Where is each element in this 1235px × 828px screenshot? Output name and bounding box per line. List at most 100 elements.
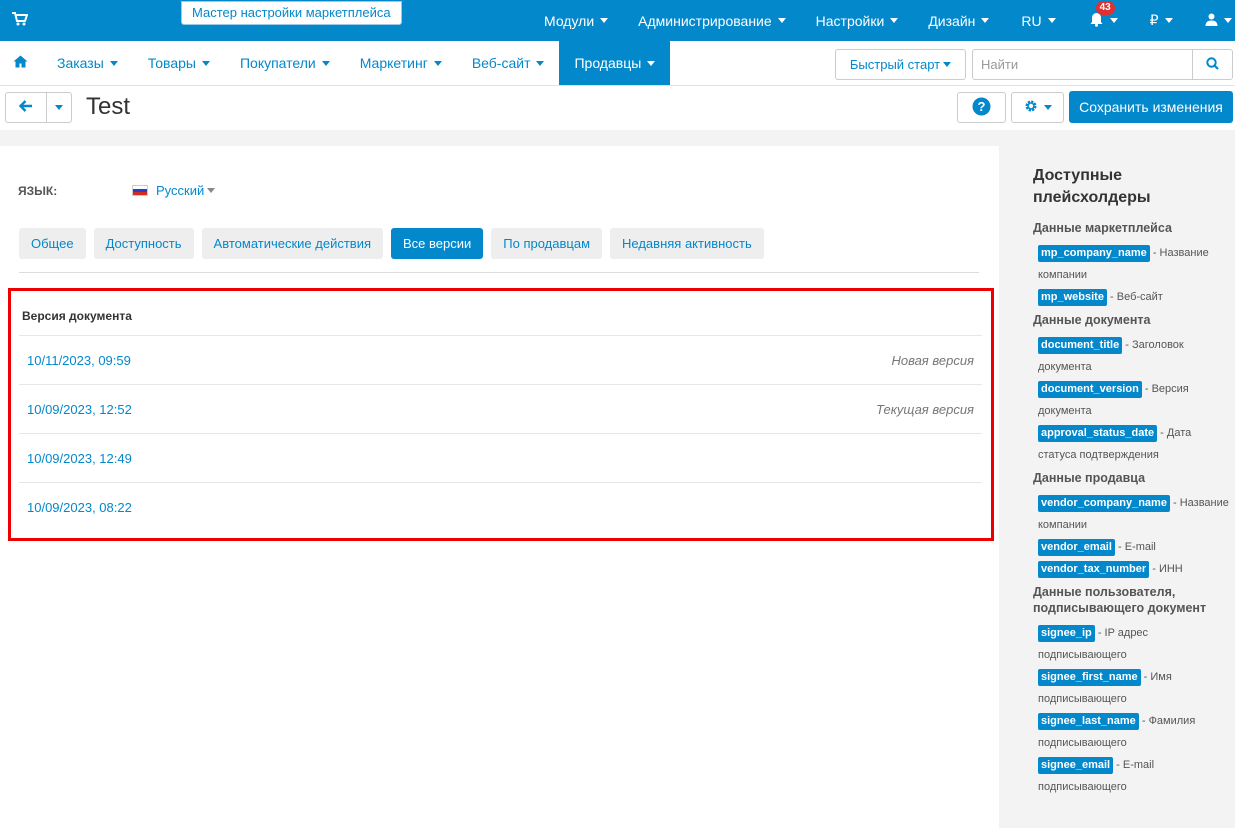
chevron-down-icon: [433, 60, 442, 66]
tab-general[interactable]: Общее: [19, 228, 86, 259]
chevron-down-icon: [1047, 18, 1056, 23]
save-changes-button[interactable]: Сохранить изменения: [1069, 91, 1233, 123]
chevron-down-icon: [647, 60, 656, 66]
menu-administration[interactable]: Администрирование: [623, 13, 801, 29]
tab-by-vendors[interactable]: По продавцам: [491, 228, 603, 259]
nav-orders[interactable]: Заказы: [42, 41, 133, 85]
chevron-down-icon: [1223, 18, 1232, 23]
version-status: Новая версия: [891, 353, 974, 368]
placeholder-item: vendor_company_name - Название компании: [1033, 492, 1229, 536]
divider: [19, 272, 979, 273]
versions-table: Версия документа 10/11/2023, 09:59 Новая…: [8, 288, 994, 541]
tab-automatic-actions[interactable]: Автоматические действия: [201, 228, 384, 259]
column-header-document-version: Версия документа: [22, 309, 132, 323]
currency-menu[interactable]: ₽: [1134, 12, 1189, 29]
language-value: Русский: [156, 183, 205, 198]
placeholder-item: signee_first_name - Имя подписывающего: [1033, 666, 1229, 710]
gear-icon: [1024, 99, 1038, 116]
placeholder-code: signee_first_name: [1038, 669, 1141, 686]
back-dropdown-button[interactable]: [47, 93, 71, 122]
language-menu[interactable]: RU: [1004, 13, 1072, 29]
version-link[interactable]: 10/11/2023, 09:59: [27, 353, 131, 368]
nav-vendors-label: Продавцы: [574, 55, 642, 71]
placeholder-code: mp_company_name: [1038, 245, 1150, 262]
nav-website-label: Веб-сайт: [471, 55, 531, 71]
back-button[interactable]: [6, 93, 47, 122]
chevron-down-icon: [1043, 105, 1052, 110]
placeholder-desc: - E-mail: [1117, 541, 1156, 553]
main-content: ЯЗЫК: Русский Общее Доступность Автомати…: [0, 146, 999, 828]
main-nav: Заказы Товары Покупатели Маркетинг Веб-с…: [0, 41, 1235, 86]
chevron-down-icon: [201, 60, 210, 66]
chevron-down-icon: [943, 62, 952, 67]
nav-marketing[interactable]: Маркетинг: [345, 41, 457, 85]
placeholder-item: document_title - Заголовок документа: [1033, 334, 1229, 378]
version-status: Текущая версия: [875, 402, 974, 417]
nav-products[interactable]: Товары: [133, 41, 225, 85]
placeholder-code: approval_status_date: [1038, 425, 1158, 442]
chevron-down-icon: [1164, 18, 1173, 23]
placeholder-item: signee_ip - IP адрес подписывающего: [1033, 622, 1229, 666]
placeholder-item: signee_email - E-mail подписывающего: [1033, 754, 1229, 798]
user-menu[interactable]: [1189, 13, 1235, 29]
placeholder-item: approval_status_date - Дата статуса подт…: [1033, 422, 1229, 466]
cart-icon[interactable]: [12, 12, 30, 28]
chevron-down-icon: [981, 18, 990, 23]
menu-design-label: Дизайн: [928, 12, 976, 29]
marketplace-wizard-button[interactable]: Мастер настройки маркетплейса: [181, 1, 402, 25]
chevron-down-icon: [109, 60, 118, 66]
currency-label: ₽: [1149, 12, 1159, 28]
chevron-down-icon: [55, 105, 63, 110]
back-button-group: [5, 92, 72, 123]
table-row: 10/09/2023, 12:52 Текущая версия: [19, 384, 982, 433]
notifications-button[interactable]: 43: [1073, 0, 1134, 30]
placeholder-item: mp_company_name - Название компании: [1033, 242, 1229, 286]
search-button[interactable]: [1192, 50, 1232, 79]
version-link[interactable]: 10/09/2023, 12:49: [27, 451, 132, 466]
placeholder-code: vendor_email: [1038, 539, 1115, 556]
chevron-down-icon: [536, 60, 545, 66]
quick-start-button[interactable]: Быстрый старт: [835, 49, 966, 80]
placeholder-item: document_version - Версия документа: [1033, 378, 1229, 422]
menu-administration-label: Администрирование: [638, 12, 772, 29]
tab-all-versions[interactable]: Все версии: [391, 228, 484, 259]
search-input[interactable]: [973, 50, 1192, 79]
help-icon: ?: [972, 97, 991, 119]
notifications-badge: 43: [1095, 0, 1115, 15]
nav-vendors[interactable]: Продавцы: [559, 41, 671, 85]
menu-design[interactable]: Дизайн: [913, 13, 1004, 29]
menu-modules-label: Модули: [544, 12, 595, 29]
tabs: Общее Доступность Автоматические действи…: [19, 228, 772, 259]
placeholder-group-title: Данные продавца: [1033, 471, 1146, 485]
chevron-down-icon: [777, 18, 786, 23]
version-link[interactable]: 10/09/2023, 08:22: [27, 500, 132, 515]
menu-settings[interactable]: Настройки: [801, 13, 914, 29]
menu-modules[interactable]: Модули: [529, 13, 623, 29]
placeholder-code: document_version: [1038, 381, 1142, 398]
nav-website[interactable]: Веб-сайт: [457, 41, 560, 85]
user-icon: [1205, 13, 1218, 29]
placeholder-code: signee_ip: [1038, 625, 1095, 642]
nav-customers-label: Покупатели: [239, 55, 316, 71]
placeholders-sidebar: Доступные плейсхолдеры Данные маркетплей…: [1019, 146, 1235, 828]
chevron-down-icon: [1109, 18, 1118, 23]
placeholder-item: vendor_tax_number - ИНН: [1033, 558, 1229, 580]
placeholder-code: signee_email: [1038, 757, 1114, 774]
placeholder-desc: - ИНН: [1152, 563, 1183, 575]
help-button[interactable]: ?: [957, 92, 1006, 123]
language-selector[interactable]: Русский: [132, 183, 216, 198]
chevron-down-icon: [890, 18, 899, 23]
placeholder-group-title: Данные маркетплейса: [1033, 221, 1172, 235]
placeholder-group-title: Данные документа: [1033, 313, 1151, 327]
home-icon[interactable]: [13, 55, 29, 71]
version-link[interactable]: 10/09/2023, 12:52: [27, 402, 132, 417]
nav-customers[interactable]: Покупатели: [225, 41, 345, 85]
tab-recent-activity[interactable]: Недавняя активность: [610, 228, 764, 259]
placeholder-item: signee_last_name - Фамилия подписывающег…: [1033, 710, 1229, 754]
nav-orders-label: Заказы: [57, 55, 104, 71]
tab-availability[interactable]: Доступность: [93, 228, 194, 259]
quick-start-label: Быстрый старт: [849, 57, 941, 72]
settings-dropdown-button[interactable]: [1011, 92, 1064, 123]
placeholder-desc: - Веб-сайт: [1110, 291, 1163, 303]
table-row: 10/09/2023, 12:49: [19, 433, 982, 482]
